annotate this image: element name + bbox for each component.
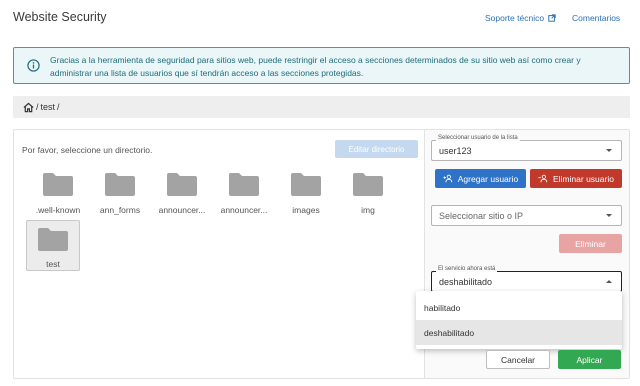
folder-item[interactable]: announcer... xyxy=(155,171,209,225)
folder-name: test xyxy=(46,259,60,269)
breadcrumb: / test / xyxy=(13,96,630,118)
folder-icon xyxy=(43,173,73,196)
folder-name: images xyxy=(292,205,320,215)
apply-button[interactable]: Aplicar xyxy=(558,350,621,369)
chevron-up-icon xyxy=(606,280,612,283)
folder-item[interactable]: ann_forms xyxy=(93,171,147,225)
folder-name: announcer... xyxy=(158,205,206,215)
chevron-down-icon xyxy=(606,214,612,217)
directory-prompt: Por favor, seleccione un directorio. xyxy=(22,145,153,155)
add-user-icon xyxy=(443,174,452,183)
edit-directory-button[interactable]: Editar directorio xyxy=(335,140,418,158)
folder-icon xyxy=(167,173,197,196)
folder-name: .well-known xyxy=(35,205,81,215)
user-select[interactable]: Seleccionar usuario de la lista user123 xyxy=(431,135,622,161)
folder-item[interactable]: images xyxy=(279,171,333,225)
info-icon xyxy=(27,59,40,72)
folder-icon xyxy=(229,173,259,196)
add-user-label: Agregar usuario xyxy=(457,173,519,184)
remove-user-button[interactable]: Eliminar usuario xyxy=(530,169,622,188)
directory-panel: Por favor, seleccione un directorio. Edi… xyxy=(14,130,424,378)
remove-user-label: Eliminar usuario xyxy=(553,173,614,184)
folder-item[interactable]: announcer... xyxy=(217,171,271,225)
folder-icon xyxy=(353,173,383,196)
chevron-down-icon xyxy=(606,149,612,152)
external-link-icon xyxy=(548,14,556,22)
folder-name: ann_forms xyxy=(99,205,141,215)
page-title: Website Security xyxy=(13,10,107,24)
site-select[interactable]: Seleccionar sitio o IP xyxy=(431,205,622,226)
breadcrumb-separator: / xyxy=(36,102,39,112)
breadcrumb-separator: / xyxy=(57,102,60,112)
user-select-label: Seleccionar usuario de la lista xyxy=(436,135,520,141)
folder-item[interactable]: .well-known xyxy=(31,171,85,225)
delete-site-button[interactable]: Eliminar xyxy=(559,234,622,253)
support-link-label: Soporte técnico xyxy=(485,13,545,23)
info-text: Gracias a la herramienta de seguridad pa… xyxy=(50,55,581,78)
folder-icon xyxy=(38,228,68,251)
app-header: Website Security Soporte técnico Comenta… xyxy=(0,0,640,36)
folder-item[interactable]: img xyxy=(341,171,395,225)
service-status-label: El servicio ahora está xyxy=(436,266,498,272)
user-select-value: user123 xyxy=(439,146,472,156)
service-status-select[interactable]: El servicio ahora está deshabilitado xyxy=(431,266,622,292)
support-link[interactable]: Soporte técnico xyxy=(485,13,556,23)
add-user-button[interactable]: Agregar usuario xyxy=(435,169,526,188)
folder-icon xyxy=(291,173,321,196)
option-habilitado[interactable]: habilitado xyxy=(416,295,622,320)
info-banner: Gracias a la herramienta de seguridad pa… xyxy=(13,47,630,84)
folder-name: announcer... xyxy=(220,205,268,215)
service-status-value: deshabilitado xyxy=(439,277,493,287)
folder-icon xyxy=(105,173,135,196)
remove-user-icon xyxy=(538,174,548,183)
cancel-button[interactable]: Cancelar xyxy=(486,350,550,369)
site-select-placeholder: Seleccionar sitio o IP xyxy=(439,211,524,221)
folder-name: img xyxy=(361,205,375,215)
comments-link[interactable]: Comentarios xyxy=(572,13,620,23)
option-deshabilitado[interactable]: deshabilitado xyxy=(416,320,622,345)
folder-item-selected[interactable]: test xyxy=(26,220,80,271)
breadcrumb-current[interactable]: test xyxy=(41,102,56,112)
home-icon[interactable] xyxy=(23,102,34,113)
service-status-dropdown: habilitado deshabilitado xyxy=(416,291,622,349)
